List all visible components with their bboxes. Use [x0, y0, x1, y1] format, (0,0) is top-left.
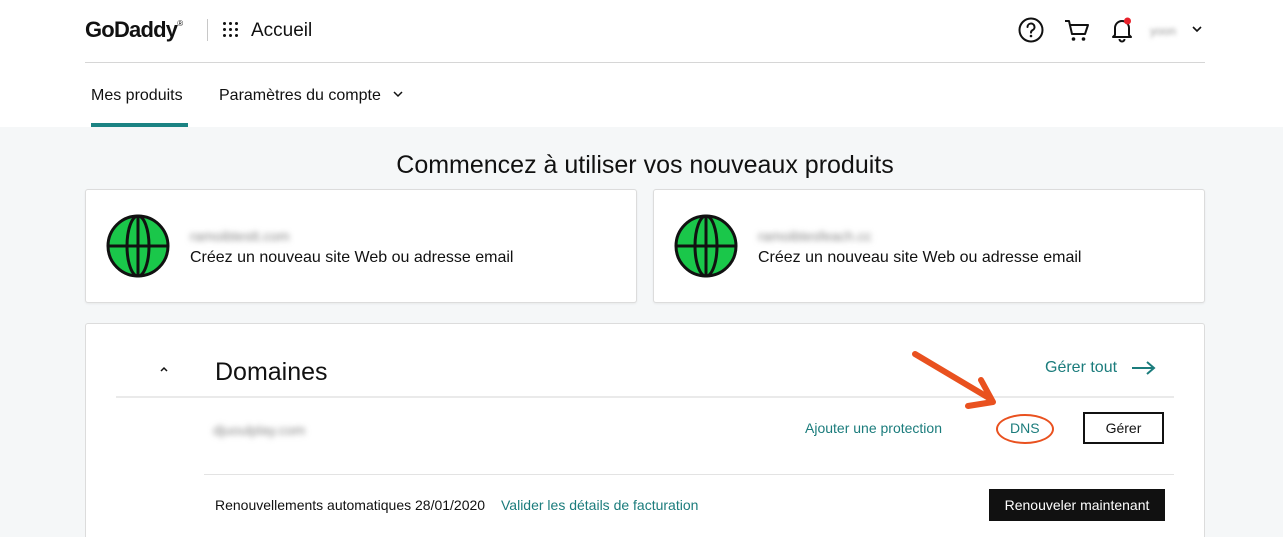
chevron-down-icon[interactable] — [1190, 22, 1204, 36]
tab-parametres-compte[interactable]: Paramètres du compte — [219, 87, 405, 105]
card-domain-name: ramoibtesfeach.cc — [758, 228, 872, 244]
billing-details-link[interactable]: Valider les détails de facturation — [501, 497, 698, 513]
user-name[interactable]: yoon — [1150, 24, 1176, 38]
manage-button[interactable]: Gérer — [1083, 412, 1164, 444]
card-description: Créez un nouveau site Web ou adresse ema… — [758, 249, 1082, 266]
top-bar: GoDaddy® Accueil yoon Mes produits Param… — [0, 0, 1283, 127]
header-divider-line — [85, 62, 1205, 63]
renew-now-button[interactable]: Renouveler maintenant — [989, 489, 1165, 521]
auto-renewal-text: Renouvellements automatiques 28/01/2020 — [215, 497, 486, 513]
chevron-up-icon[interactable] — [157, 364, 171, 374]
cart-icon[interactable] — [1063, 16, 1091, 44]
add-protection-link[interactable]: Ajouter une protection — [805, 420, 942, 436]
notification-dot — [1124, 17, 1131, 25]
chevron-down-icon — [393, 91, 403, 98]
arrow-right-icon[interactable] — [1131, 360, 1157, 376]
page-headline: Commencez à utiliser vos nouveaux produi… — [396, 151, 894, 179]
card-description: Créez un nouveau site Web ou adresse ema… — [190, 249, 514, 266]
card-domain-name: ramoibtestt.com — [190, 228, 290, 244]
active-tab-indicator — [91, 123, 188, 127]
panel-divider — [204, 474, 1174, 475]
apps-grid-icon[interactable] — [223, 22, 241, 38]
tab-mes-produits[interactable]: Mes produits — [91, 87, 183, 105]
annotation-arrow-icon — [912, 351, 996, 409]
product-card[interactable]: ramoibtestt.com Créez un nouveau site We… — [85, 189, 637, 303]
globe-icon — [674, 214, 738, 278]
manage-all-link[interactable]: Gérer tout — [1045, 359, 1117, 377]
godaddy-logo[interactable]: GoDaddy® — [85, 17, 183, 43]
dns-link[interactable]: DNS — [1010, 420, 1040, 436]
domain-name[interactable]: djuoulplay.com — [213, 422, 305, 438]
globe-icon — [106, 214, 170, 278]
domains-panel: Domaines Gérer tout djuoulplay.com Ajout… — [85, 323, 1205, 537]
header-section-title[interactable]: Accueil — [251, 20, 312, 42]
domains-title: Domaines — [215, 358, 328, 386]
panel-divider — [116, 396, 1174, 398]
product-card[interactable]: ramoibtesfeach.cc Créez un nouveau site … — [653, 189, 1205, 303]
header-divider — [207, 19, 208, 41]
help-icon[interactable] — [1017, 16, 1045, 44]
bell-icon[interactable] — [1108, 16, 1136, 44]
